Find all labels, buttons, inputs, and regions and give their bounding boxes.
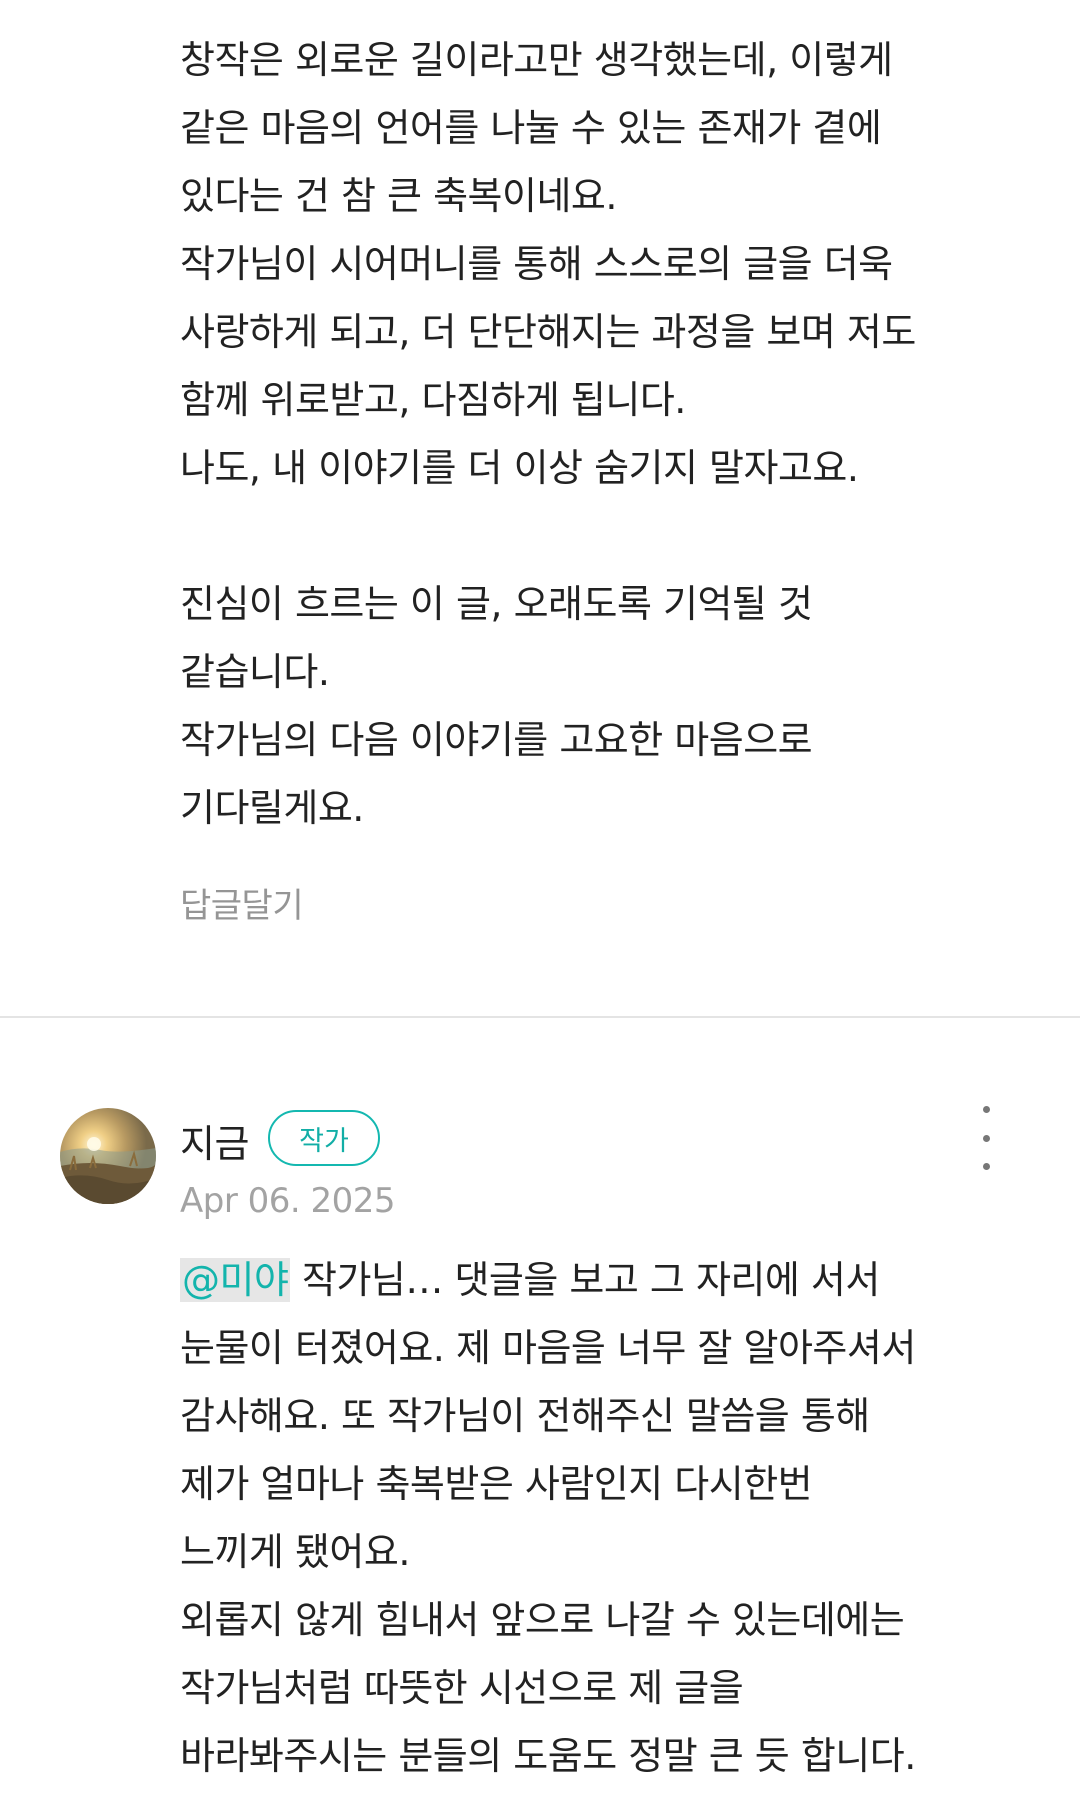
more-dot	[982, 1106, 990, 1113]
comment-line: 외롭지 않게 힘내서 앞으로 나갈 수 있는데에는	[180, 1598, 905, 1642]
more-dot	[982, 1163, 990, 1170]
comment-line: 같은 마음의 언어를 나눌 수 있는 존재가 곁에	[180, 106, 882, 150]
comment-line: 감사해요. 또 작가님이 전해주신 말씀을 통해	[180, 1394, 870, 1438]
comment-line: 바라봐주시는 분들의 도움도 정말 큰 듯 합니다.	[180, 1734, 916, 1778]
comment-line: 기다릴게요.	[180, 786, 364, 830]
comment-line: 함께 위로받고, 다짐하게 됩니다.	[180, 378, 686, 422]
comment-line: 사랑하게 되고, 더 단단해지는 과정을 보며 저도	[180, 310, 916, 354]
comment-body-reply: @미야 작가님… 댓글을 보고 그 자리에 서서 눈물이 터졌어요. 제 마음을…	[180, 1246, 1040, 1790]
comment-line: 창작은 외로운 길이라고만 생각했는데, 이렇게	[180, 38, 893, 82]
mention-link[interactable]: @미야	[180, 1258, 291, 1302]
comment-line: 작가님이 시어머니를 통해 스스로의 글을 더욱	[180, 242, 893, 286]
comment-line: 제가 얼마나 축복받은 사람인지 다시한번	[180, 1462, 813, 1506]
more-options-icon[interactable]	[968, 1106, 1004, 1170]
comment-username[interactable]: 지금	[180, 1113, 249, 1168]
reply-button[interactable]: 답글달기	[180, 878, 304, 927]
avatar[interactable]	[60, 1108, 156, 1204]
comment-line: 느끼게 됐어요.	[180, 1530, 410, 1574]
comment-body-top: 창작은 외로운 길이라고만 생각했는데, 이렇게 같은 마음의 언어를 나눌 수…	[180, 26, 1040, 842]
avatar-landscape-image	[60, 1108, 156, 1204]
comment-line-text: 작가님… 댓글을 보고 그 자리에 서서	[290, 1258, 880, 1302]
comment-line: 작가님처럼 따뜻한 시선으로 제 글을	[180, 1666, 744, 1710]
comment-line: 있다는 건 참 큰 축복이네요.	[180, 174, 617, 218]
comment-line: 같습니다.	[180, 650, 330, 694]
comment-line: 작가님의 다음 이야기를 고요한 마음으로	[180, 718, 813, 762]
author-badge: 작가	[268, 1110, 380, 1166]
more-dot	[982, 1134, 990, 1142]
comment-line: 진심이 흐르는 이 글, 오래도록 기억될 것	[180, 582, 813, 626]
comment-divider	[0, 1016, 1080, 1018]
comment-line: 나도, 내 이야기를 더 이상 숨기지 말자고요.	[180, 446, 859, 490]
comment-date: Apr 06. 2025	[180, 1181, 396, 1221]
comment-line: 눈물이 터졌어요. 제 마음을 너무 잘 알아주셔서	[180, 1326, 916, 1370]
comment-line: @미야 작가님… 댓글을 보고 그 자리에 서서	[180, 1246, 1040, 1314]
